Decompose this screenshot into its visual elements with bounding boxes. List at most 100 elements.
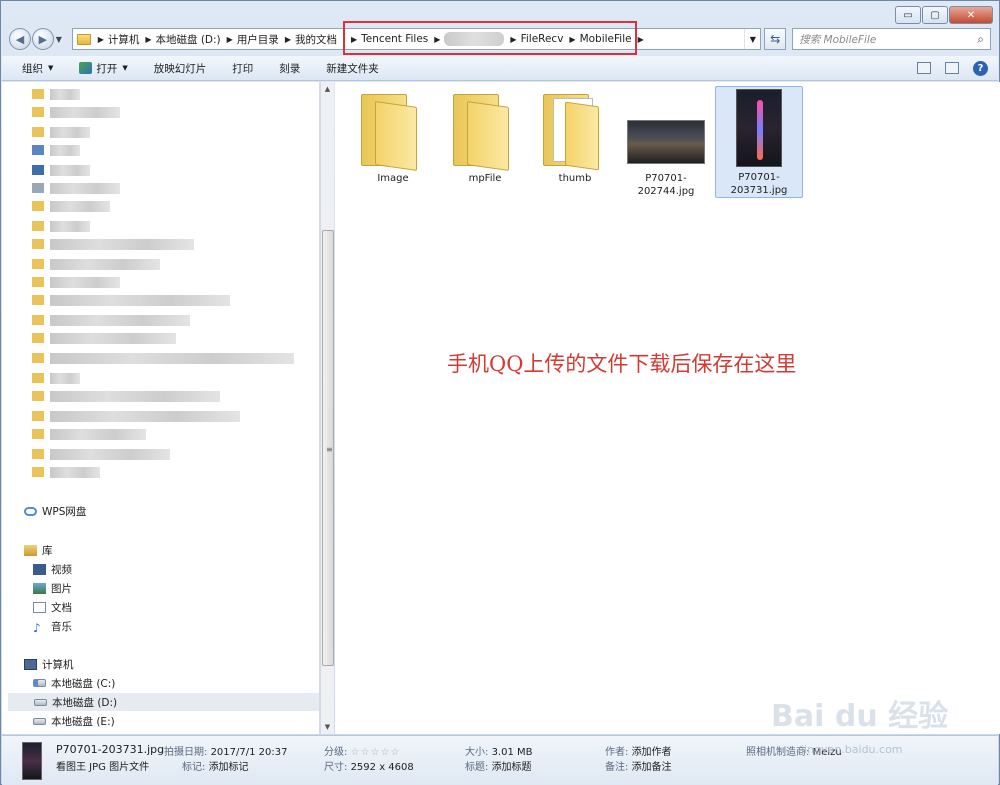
blurred-tree-item[interactable] <box>32 88 80 100</box>
close-button[interactable]: ✕ <box>949 6 993 24</box>
system-drive-icon <box>33 679 46 687</box>
scroll-down-arrow[interactable]: ▼ <box>321 720 334 734</box>
details-tag[interactable]: 标记: 添加标记 <box>182 758 249 773</box>
blurred-tree-item[interactable] <box>32 448 170 460</box>
blurred-tree-item[interactable] <box>32 276 120 288</box>
annotation-text: 手机QQ上传的文件下载后保存在这里 <box>447 352 797 376</box>
help-icon[interactable]: ? <box>973 60 988 76</box>
blurred-tree-item[interactable] <box>32 238 194 250</box>
blurred-tree-item[interactable] <box>32 372 80 384</box>
music-icon: ♪ <box>33 620 41 635</box>
breadcrumb-redacted[interactable]: ▶ <box>431 29 507 49</box>
command-bar: 组织 ▼ 打开 ▼ 放映幻灯片 打印 刻录 新建文件夹 ? <box>2 56 998 81</box>
address-bar[interactable]: ▶ 计算机 ▶ 本地磁盘 (D:) ▶ 用户目录 ▶ 我的文档 ▶ Tencent Fil… <box>71 28 762 50</box>
slideshow-button[interactable]: 放映幻灯片 <box>154 61 207 76</box>
recent-pages-dropdown[interactable]: ▼ <box>56 35 66 44</box>
blurred-tree-item[interactable] <box>32 410 240 422</box>
preview-pane-icon[interactable] <box>945 62 959 74</box>
sidebar-item-videos[interactable]: 视频 <box>33 560 72 578</box>
file-item-image-selected[interactable]: P70701-203731.jpg <box>715 86 803 198</box>
maximize-button[interactable]: ▢ <box>922 6 948 24</box>
address-dropdown[interactable]: ▼ <box>744 29 760 49</box>
details-author[interactable]: 作者: 添加作者 <box>605 743 672 758</box>
window-controls: ▭ ▢ ✕ <box>895 6 993 24</box>
details-date: 拍摄日期: 2017/7/1 20:37 <box>164 747 288 758</box>
navigation-row: ◀ ▶ ▼ ▶ 计算机 ▶ 本地磁盘 (D:) ▶ 用户目录 ▶ 我的文档 ▶ Tence… <box>9 27 992 51</box>
folder-icon <box>449 86 521 171</box>
baidu-watermark: Bai du 经验 <box>771 699 949 734</box>
breadcrumb[interactable]: ▶ 我的文档 <box>282 29 340 49</box>
back-button[interactable]: ◀ <box>9 28 31 50</box>
sidebar-item-drive-c[interactable]: 本地磁盘 (C:) <box>33 674 115 692</box>
breadcrumb[interactable]: ▶ Tencent Files <box>348 29 431 49</box>
search-input[interactable]: 搜索 MobileFile ⌕ <box>792 28 992 50</box>
details-filename: P70701-203731.jpg <box>56 743 165 756</box>
burn-button[interactable]: 刻录 <box>279 61 300 76</box>
computer-icon <box>24 658 37 670</box>
cloud-icon <box>24 506 37 516</box>
file-item-folder[interactable]: thumb <box>531 86 619 185</box>
sidebar-item-computer[interactable]: 计算机 <box>24 655 74 673</box>
breadcrumb[interactable]: ▶ 用户目录 <box>224 29 282 49</box>
drive-icon <box>34 698 47 706</box>
blurred-tree-item[interactable] <box>32 258 160 270</box>
breadcrumb[interactable]: ▶ FileRecv <box>507 29 566 49</box>
scroll-thumb[interactable]: ≡ <box>322 230 334 666</box>
folder-documents-icon <box>539 86 611 171</box>
sidebar-item-library[interactable]: 库 <box>24 541 53 559</box>
file-item-folder[interactable]: mpFile <box>441 86 529 185</box>
blurred-tree-item[interactable] <box>32 352 294 364</box>
blurred-tree-item[interactable] <box>32 332 176 344</box>
library-icon <box>24 544 37 556</box>
details-title[interactable]: 标题: 添加标题 <box>465 758 532 773</box>
image-thumbnail <box>627 120 705 164</box>
breadcrumb[interactable]: ▶ 计算机 <box>95 29 143 49</box>
scroll-up-arrow[interactable]: ▲ <box>321 82 334 96</box>
open-menu[interactable]: 打开 ▼ <box>79 61 128 76</box>
blurred-tree-item[interactable] <box>32 466 100 478</box>
search-icon[interactable]: ⌕ <box>977 32 984 47</box>
file-item-image[interactable]: P70701-202744.jpg <box>622 86 710 198</box>
folder-icon <box>76 33 91 45</box>
organize-menu[interactable]: 组织 ▼ <box>22 61 53 76</box>
details-size: 大小: 3.01 MB <box>465 747 533 758</box>
blurred-tree-item[interactable] <box>32 390 220 402</box>
new-folder-button[interactable]: 新建文件夹 <box>326 61 379 76</box>
view-options-icon[interactable] <box>917 62 931 74</box>
blurred-tree-item[interactable] <box>32 164 90 176</box>
sidebar-item-pictures[interactable]: 图片 <box>33 579 72 597</box>
file-item-folder[interactable]: Image <box>349 86 437 185</box>
sidebar-item-wps[interactable]: WPS网盘 <box>24 502 86 520</box>
blurred-tree-item[interactable] <box>32 126 90 138</box>
blurred-tree-item[interactable] <box>32 182 120 194</box>
blurred-tree-item[interactable] <box>32 294 230 306</box>
explorer-window: ▭ ▢ ✕ ◀ ▶ ▼ ▶ 计算机 ▶ 本地磁盘 (D:) ▶ 用户目录 ▶ 我的文档 … <box>0 0 1000 785</box>
blurred-tree-item[interactable] <box>32 220 90 232</box>
blurred-tree-item[interactable] <box>32 144 80 156</box>
blurred-tree-item[interactable] <box>32 314 190 326</box>
refresh-button[interactable]: ⇆ <box>764 28 787 50</box>
forward-button[interactable]: ▶ <box>31 28 54 50</box>
sidebar-item-music[interactable]: ♪ 音乐 <box>33 617 72 635</box>
sidebar-item-drive-d[interactable]: 本地磁盘 (D:) <box>8 693 319 711</box>
print-button[interactable]: 打印 <box>232 61 253 76</box>
blurred-tree-item[interactable] <box>32 200 110 212</box>
sidebar-item-documents[interactable]: 文档 <box>33 598 72 616</box>
details-comment[interactable]: 备注: 添加备注 <box>605 758 672 773</box>
breadcrumb[interactable]: ▶ MobileFile ▶ <box>566 29 650 49</box>
minimize-button[interactable]: ▭ <box>895 6 921 24</box>
image-thumbnail <box>736 89 782 167</box>
details-thumbnail <box>22 742 42 780</box>
blurred-tree-item[interactable] <box>32 106 120 118</box>
sidebar-item-drive-e[interactable]: 本地磁盘 (E:) <box>33 712 115 730</box>
nav-pane-scrollbar[interactable]: ▲ ≡ ▼ <box>320 82 334 734</box>
video-icon <box>33 563 46 575</box>
navigation-pane: WPS网盘 库 视频 图片 文档 ♪ 音乐 计算机 本地磁盘 (C:) 本地磁盘 … <box>2 82 320 734</box>
breadcrumb[interactable]: ▶ 本地磁盘 (D:) <box>142 29 223 49</box>
folder-icon <box>357 86 429 171</box>
details-rating[interactable]: 分级: ☆☆☆☆☆ <box>324 743 400 758</box>
details-filetype: 看图王 JPG 图片文件 <box>56 762 150 773</box>
blurred-tree-item[interactable] <box>32 428 146 440</box>
file-list: Image mpFile thumb P70701-202744.jpg P70… <box>335 82 1000 734</box>
open-icon <box>79 62 93 74</box>
